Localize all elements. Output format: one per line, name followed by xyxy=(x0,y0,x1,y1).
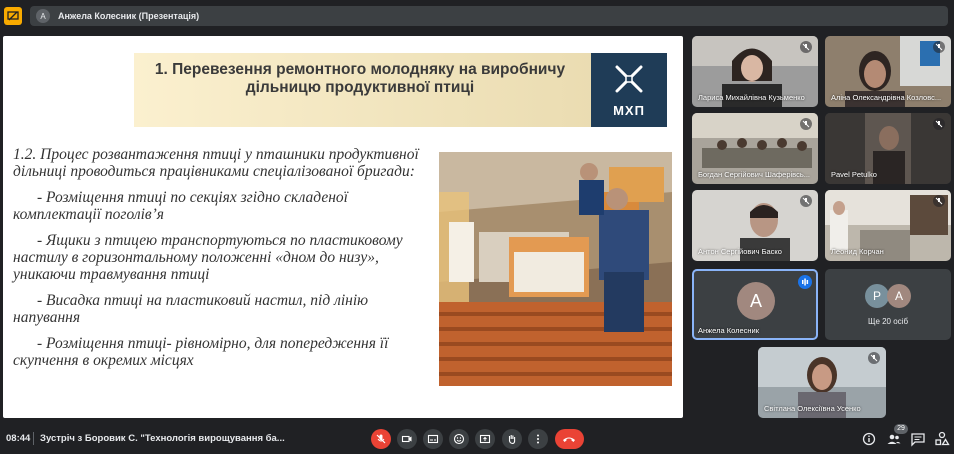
divider xyxy=(33,432,34,445)
participant-tile[interactable]: Леонид Корчан xyxy=(825,190,951,261)
raise-hand-icon[interactable] xyxy=(502,429,522,449)
mic-off-icon xyxy=(933,118,945,130)
mic-off-icon xyxy=(933,41,945,53)
mic-off-icon xyxy=(933,195,945,207)
participant-name: Леонид Корчан xyxy=(831,247,884,256)
more-participants-label: Ще 20 осіб xyxy=(867,317,909,326)
slide-paragraph: - Ящики з птицею транспортуються по плас… xyxy=(13,232,403,283)
participant-name: Анжела Колесник xyxy=(698,326,759,335)
participant-tile[interactable]: Pavel Petulko xyxy=(825,113,951,184)
chat-icon[interactable] xyxy=(909,430,927,448)
mic-off-icon xyxy=(800,41,812,53)
poultry-house-photo xyxy=(439,152,672,386)
participant-tile[interactable]: Антон Сергійович Баско xyxy=(692,190,818,261)
presentation-banner: А Анжела Колесник (Презентація) xyxy=(30,6,948,26)
info-icon[interactable] xyxy=(860,430,878,448)
emoji-icon[interactable] xyxy=(449,429,469,449)
activities-icon[interactable] xyxy=(933,430,951,448)
present-icon[interactable] xyxy=(475,429,495,449)
participant-name: Антон Сергійович Баско xyxy=(698,247,782,256)
presenter-label: Анжела Колесник (Презентація) xyxy=(58,11,200,21)
mic-off-icon[interactable] xyxy=(371,429,391,449)
participant-name: Лариса Михайлівна Кузьменко xyxy=(698,93,805,102)
slide-title-band: 1. Перевезення ремонтного молодняку на в… xyxy=(134,53,667,127)
participant-avatar: А xyxy=(887,284,911,308)
presenter-avatar: А xyxy=(36,9,50,23)
mic-off-icon xyxy=(868,352,880,364)
company-logo: МХП xyxy=(591,53,667,127)
participant-avatar: А xyxy=(737,282,775,320)
participant-tile[interactable]: Аліна Олександрівна Козловс... xyxy=(825,36,951,107)
participant-tile-active-speaker[interactable]: А Анжела Колесник xyxy=(692,269,818,340)
logo-text: МХП xyxy=(613,103,645,118)
clock: 08:44 xyxy=(6,433,31,444)
participant-name: Pavel Petulko xyxy=(831,170,877,179)
bottom-bar: 08:44 Зустріч з Боровик С. "Технологія в… xyxy=(0,424,954,454)
more-participants-tile[interactable]: Р А Ще 20 осіб xyxy=(825,269,951,340)
people-icon[interactable] xyxy=(885,430,903,448)
slide-paragraph: - Висадка птиці на пластиковий настил, п… xyxy=(13,292,369,326)
slide-paragraph: 1.2. Процес розвантаження птиці у пташни… xyxy=(13,146,419,180)
end-call-icon[interactable] xyxy=(555,429,584,449)
top-bar: А Анжела Колесник (Презентація) xyxy=(0,0,954,32)
slide-title: 1. Перевезення ремонтного молодняку на в… xyxy=(154,61,566,96)
mic-off-icon xyxy=(800,118,812,130)
captions-icon[interactable] xyxy=(423,429,443,449)
present-to-all-icon[interactable] xyxy=(4,7,22,25)
participant-name: Аліна Олександрівна Козловс... xyxy=(831,93,942,102)
meeting-title: Зустріч з Боровик С. "Технологія вирощув… xyxy=(40,433,285,444)
slide-paragraph: - Розміщення птиці- рівномірно, для попе… xyxy=(13,335,389,369)
windmill-icon xyxy=(615,65,643,93)
more-participants-avatars: Р А xyxy=(865,284,913,308)
meet-window: А Анжела Колесник (Презентація) 1. Перев… xyxy=(0,0,954,454)
shared-slide: 1. Перевезення ремонтного молодняку на в… xyxy=(3,36,683,418)
participant-avatar: Р xyxy=(865,284,889,308)
mic-off-icon xyxy=(800,195,812,207)
participant-tile[interactable]: Лариса Михайлівна Кузьменко xyxy=(692,36,818,107)
participant-name: Світлана Олексіївна Усенко xyxy=(764,404,861,413)
camera-icon[interactable] xyxy=(397,429,417,449)
more-options-icon[interactable] xyxy=(528,429,548,449)
participant-tile[interactable]: Богдан Сергійович Шаферівсь... xyxy=(692,113,818,184)
speaking-indicator-icon xyxy=(798,275,812,289)
slide-body: 1.2. Процес розвантаження птиці у пташни… xyxy=(13,146,433,378)
slide-paragraph: - Розміщення птиці по секціях згідно скл… xyxy=(13,189,348,223)
participant-name: Богдан Сергійович Шаферівсь... xyxy=(698,170,810,179)
participant-tile[interactable]: Світлана Олексіївна Усенко xyxy=(758,347,886,418)
